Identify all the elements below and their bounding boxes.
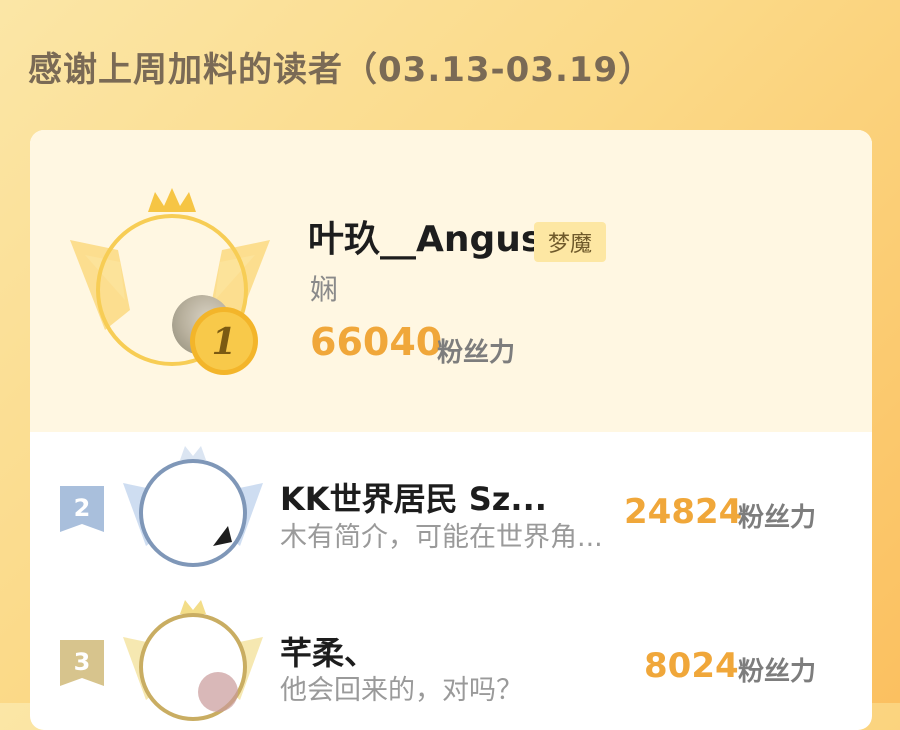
rank-2-tag-icon: 2 — [60, 486, 104, 532]
title-badge: 梦魔 — [534, 222, 607, 262]
rank-1-medal-icon: 1 — [190, 307, 258, 375]
fan-power-score: 66040 — [310, 320, 443, 364]
reader-name[interactable]: KK世界居民 Sz... — [280, 474, 547, 520]
svg-text:2: 2 — [74, 494, 91, 522]
svg-text:1: 1 — [211, 321, 236, 363]
fan-power-score: 8024 — [644, 646, 739, 686]
page-title: 感谢上周加料的读者（03.13-03.19） — [28, 50, 654, 90]
reader-bio: 木有简介，可能在世界角... — [280, 522, 603, 553]
fan-power-unit: 粉丝力 — [738, 657, 817, 687]
svg-text:3: 3 — [74, 648, 91, 676]
fan-power-unit: 粉丝力 — [738, 503, 817, 533]
silver-crest-icon[interactable] — [118, 438, 268, 568]
rank-3-tag-icon: 3 — [60, 640, 104, 686]
reader-name[interactable]: 叶玖__Angus — [308, 210, 542, 262]
reader-bio: 娴 — [310, 273, 339, 306]
fan-power-score: 24824 — [624, 492, 743, 532]
reader-bio: 他会回来的，对吗？ — [280, 675, 523, 706]
fan-power-unit: 粉丝力 — [437, 338, 516, 368]
